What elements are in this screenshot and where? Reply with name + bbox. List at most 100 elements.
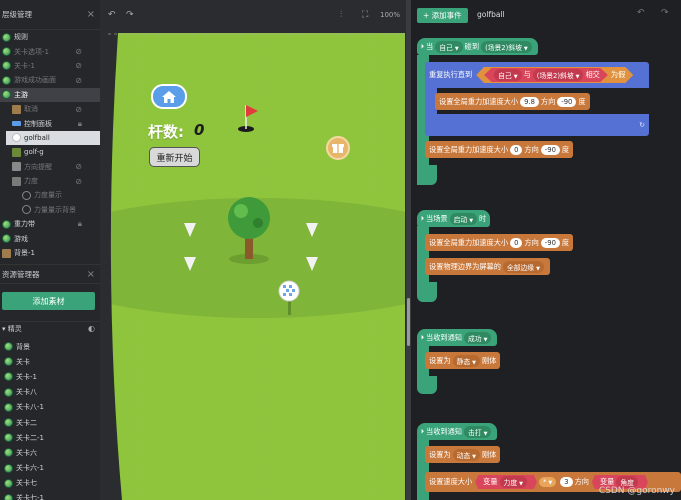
sprite-item[interactable]: 关卡	[0, 354, 100, 369]
close-icon[interactable]: ×	[87, 269, 95, 280]
set-body-type-block[interactable]: 设置为 静态 ▼ 刚体	[425, 352, 501, 369]
and-hex[interactable]: 自己 ▼ 与 (场景2)斜坡 ▼ 相交	[484, 68, 608, 82]
layer-item[interactable]: 主游	[0, 87, 100, 102]
layer-item[interactable]: 控制面板 🔒︎	[0, 116, 100, 130]
layer-item[interactable]: 规则	[0, 30, 100, 44]
gravity-angle-input[interactable]: -90	[540, 144, 560, 155]
close-icon[interactable]: ×	[87, 9, 95, 20]
event-when-scene-start[interactable]: ⏵ 当场景 启动 ▼ 时	[417, 210, 491, 227]
layer-item[interactable]: 游戏成功画面 ⊘	[0, 73, 100, 87]
set-gravity-block[interactable]: 设置全局重力加速度大小 0 方向 -90 度	[425, 234, 574, 251]
play-icon: ⏵	[421, 333, 425, 341]
add-asset-button[interactable]: 添加素材	[2, 292, 95, 310]
layer-item[interactable]: 游戏	[0, 231, 100, 245]
operator-dropdown[interactable]: * ▼	[538, 477, 557, 487]
eye-off-icon[interactable]: ⊘	[75, 162, 82, 171]
set-physics-boundary-block[interactable]: 设置物理边界为屏幕的 全部边缘 ▼	[425, 258, 550, 275]
redo-icon[interactable]: ↷	[126, 10, 134, 20]
redo-icon[interactable]: ↷	[661, 8, 669, 18]
self-dropdown[interactable]: 自己 ▼	[494, 69, 522, 81]
edges-dropdown[interactable]: 全部边缘 ▼	[502, 260, 544, 273]
panel-icon	[12, 121, 21, 127]
layer-item-label: 控制面板	[24, 119, 52, 128]
home-icon	[162, 90, 176, 103]
layer-item[interactable]: golf-g	[0, 145, 100, 159]
fit-screen-icon[interactable]: ⛶	[362, 10, 368, 20]
play-icon: ⏵	[421, 42, 425, 50]
object-dropdown[interactable]: 自己 ▼	[435, 40, 463, 53]
event-when-receive-success[interactable]: ⏵ 当收到通知 成功 ▼	[417, 329, 498, 346]
sprite-item[interactable]: 关卡八	[0, 385, 100, 400]
gravity-angle-input[interactable]: -90	[540, 237, 560, 248]
eye-off-icon[interactable]: ⊘	[75, 76, 82, 85]
image-icon	[12, 104, 21, 114]
undo-icon[interactable]: ↶	[637, 8, 645, 18]
splitter-handle[interactable]	[407, 298, 410, 346]
gravity-magnitude-input[interactable]: 9.8	[520, 96, 539, 107]
layer-item[interactable]: 力度量示	[0, 188, 100, 202]
gravity-angle-input[interactable]: -90	[557, 96, 577, 107]
sprite-item[interactable]: 关卡-1	[0, 369, 100, 384]
palette-icon[interactable]: ◐	[88, 324, 95, 333]
sprites-header[interactable]: ▾ 精灵 ◐	[0, 321, 100, 335]
target-dropdown[interactable]: (场景2)斜坡 ▼	[481, 40, 532, 53]
message-dropdown[interactable]: 击打 ▼	[463, 425, 492, 438]
layer-item[interactable]: 背景-1	[0, 246, 100, 260]
eye-off-icon[interactable]: ⊘	[75, 47, 82, 56]
eye-off-icon[interactable]: ⊘	[75, 61, 82, 70]
layer-item[interactable]: 力度 ⊘	[0, 174, 100, 188]
lock-icon[interactable]: 🔒︎	[78, 119, 82, 129]
gravity-magnitude-input[interactable]: 0	[510, 237, 523, 248]
home-button[interactable]	[151, 84, 187, 109]
zoom-level[interactable]: 100%	[380, 11, 400, 19]
layer-item[interactable]: 力量量示背景	[0, 203, 100, 217]
layer-item[interactable]: golfball	[6, 130, 100, 146]
variable-reporter[interactable]: 变量 力度 ▼	[475, 475, 537, 489]
variable-dropdown[interactable]: 力度 ▼	[499, 476, 527, 488]
scene-event-dropdown[interactable]: 启动 ▼	[449, 212, 478, 225]
repeat-until-block[interactable]: 重复执行直到 自己 ▼ 与 (场景2)斜坡 ▼ 相交 为假	[425, 62, 649, 88]
sprite-item[interactable]: 关卡二	[0, 415, 100, 430]
message-dropdown[interactable]: 成功 ▼	[463, 331, 492, 344]
eye-off-icon[interactable]: ⊘	[75, 177, 82, 186]
sprite-item[interactable]: 关卡八-1	[0, 400, 100, 415]
slope-dropdown[interactable]: (场景2)斜坡 ▼	[532, 69, 584, 81]
layers-panel-header: 层级管理 ×	[0, 0, 100, 30]
layer-item[interactable]: 关卡-1 ⊘	[0, 59, 100, 73]
layer-item[interactable]: 重力带 🔒︎	[0, 217, 100, 231]
add-event-button[interactable]: + 添加事件	[417, 8, 468, 23]
sprite-item[interactable]: 关卡六	[0, 445, 100, 460]
sprite-item[interactable]: 关卡七-1	[0, 491, 100, 500]
body-mode-dropdown[interactable]: 静态 ▼	[452, 354, 481, 367]
body-mode-dropdown[interactable]: 动态 ▼	[452, 448, 481, 461]
restart-button[interactable]: 重新开始	[149, 147, 200, 167]
sprite-item[interactable]: 背景	[0, 339, 100, 354]
gift-icon[interactable]	[326, 136, 350, 160]
undo-icon[interactable]: ↶	[108, 10, 116, 20]
sprite-item-label: 背景	[16, 342, 30, 351]
lock-icon[interactable]: 🔒︎	[78, 219, 82, 229]
gravity-magnitude-input[interactable]: 0	[510, 144, 523, 155]
condition-hex[interactable]: 自己 ▼ 与 (场景2)斜坡 ▼ 相交 为假	[476, 67, 634, 83]
eye-off-icon[interactable]: ⊘	[75, 105, 82, 114]
blocks-workspace[interactable]: + 添加事件 golfball ↶ ↷ ⏵ 当 自己 ▼ 碰到 (场景2)斜坡 ▼ …	[411, 0, 681, 500]
sliders-icon[interactable]: ⫶	[340, 10, 342, 20]
game-stage[interactable]: 杆数: 0 重新开始	[108, 33, 405, 500]
layer-globe-icon	[2, 75, 11, 85]
set-body-type-block[interactable]: 设置为 动态 ▼ 刚体	[425, 446, 501, 463]
play-icon: ⏵	[421, 214, 425, 222]
event-when-receive-hit[interactable]: ⏵ 当收到通知 击打 ▼	[417, 423, 498, 440]
sprite-item[interactable]: 关卡六-1	[0, 461, 100, 476]
multiplier-input[interactable]: 3	[560, 477, 573, 487]
sprite-item[interactable]: 关卡二-1	[0, 430, 100, 445]
set-gravity-block[interactable]: 设置全局重力加速度大小 0 方向 -90 度	[425, 141, 574, 158]
layer-item[interactable]: 方向提醒 ⊘	[0, 160, 100, 174]
flag-icon	[12, 147, 21, 157]
sprite-item[interactable]: 关卡七	[0, 476, 100, 491]
layer-item[interactable]: 关卡选项-1 ⊘	[0, 44, 100, 58]
event-when-collide[interactable]: ⏵ 当 自己 ▼ 碰到 (场景2)斜坡 ▼	[417, 38, 538, 55]
layer-item-label: 取消	[24, 105, 38, 114]
set-gravity-block[interactable]: 设置全局重力加速度大小 9.8 方向 -90 度	[435, 93, 590, 110]
event-foot	[417, 376, 437, 394]
layer-item[interactable]: 取消 ⊘	[0, 102, 100, 116]
